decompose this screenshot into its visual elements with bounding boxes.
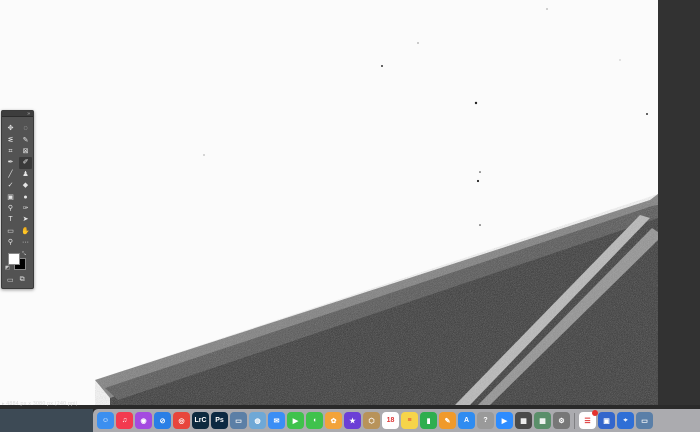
dock-zoom-icon[interactable]: ▶	[496, 412, 513, 429]
dock-calendar-icon[interactable]: 18	[382, 412, 399, 429]
dock-finder-icon[interactable]: ☺	[97, 412, 114, 429]
dock-podcasts-icon[interactable]: ◉	[135, 412, 152, 429]
pen-tool-icon[interactable]: ✑	[19, 203, 32, 214]
dock-calculator-icon[interactable]: ▦	[515, 412, 532, 429]
tool-grid: ✥ ◌ ᓬ ✎ ⌗ ⊠ ✒ ✐ ╱ ♟ ✓ ◆ ▣ ● ⚲ ✑ T ➤ ▭ ✋ ⚲ ···	[2, 117, 33, 248]
mode-tools: ▭ ⧉	[2, 274, 33, 284]
dock-settings-icon[interactable]: ⚙	[553, 412, 570, 429]
dodge-tool-icon[interactable]: ⚲	[4, 203, 17, 214]
type-tool-icon[interactable]: T	[4, 214, 17, 225]
dock-network-utility-icon[interactable]: ⌖	[617, 412, 634, 429]
tools-panel-titlebar[interactable]: »	[2, 111, 33, 117]
dock-archive-icon[interactable]: ⬡	[363, 412, 380, 429]
dock-launchpad-icon[interactable]: ▦	[534, 412, 551, 429]
desktop-wallpaper	[0, 409, 93, 432]
move-tool-icon[interactable]: ✥	[4, 123, 17, 134]
dock-separator	[574, 412, 575, 429]
photo-content	[95, 8, 658, 405]
dock-lightroom-classic-icon[interactable]: LrC	[192, 412, 209, 429]
document-size-info: 4884 px x 3080 px (240 ppi)	[6, 401, 78, 407]
panel-area	[658, 0, 700, 405]
default-colors-icon[interactable]: ◩	[5, 265, 10, 271]
dock-photos-icon[interactable]: ✿	[325, 412, 342, 429]
dock-pages-icon[interactable]: ✎	[439, 412, 456, 429]
frame-tool-icon[interactable]: ⊠	[19, 146, 32, 157]
marquee-tool-icon[interactable]: ◌	[19, 123, 32, 134]
collapse-icon[interactable]: »	[27, 112, 30, 117]
healing-brush-tool-icon[interactable]: ✐	[19, 157, 32, 169]
quick-mask-icon[interactable]: ▭	[7, 276, 14, 284]
color-swatches: ◩ ⤡	[2, 251, 33, 274]
tools-panel[interactable]: » ✥ ◌ ᓬ ✎ ⌗ ⊠ ✒ ✐ ╱ ♟ ✓ ◆ ▣ ● ⚲ ✑ T ➤ ▭ ✋ ⚲ ··· ◩ ⤡ ▭ ⧉	[1, 110, 34, 289]
dock-photoshop-icon[interactable]: Ps	[211, 412, 228, 429]
dock-app-store-icon[interactable]: A	[458, 412, 475, 429]
dock-messages-icon[interactable]: ◖	[306, 412, 323, 429]
eraser-tool-icon[interactable]: ◆	[19, 180, 32, 191]
dock-notes-icon[interactable]: ≡	[401, 412, 418, 429]
path-select-tool-icon[interactable]: ➤	[19, 214, 32, 225]
zoom-tool-icon[interactable]: ⚲	[4, 237, 17, 248]
swap-colors-icon[interactable]: ⤡	[22, 251, 26, 257]
dock-chrome-icon[interactable]: ◎	[173, 412, 190, 429]
dock-preview-icon[interactable]: ▭	[230, 412, 247, 429]
blur-tool-icon[interactable]: ●	[19, 191, 32, 202]
foreground-color-swatch[interactable]	[8, 253, 20, 266]
dock-reminders-icon[interactable]: ☰	[579, 410, 598, 429]
dock-imovie-icon[interactable]: ★	[344, 412, 361, 429]
hand-tool-icon[interactable]: ✋	[19, 226, 32, 237]
dock-music-icon[interactable]: ♫	[116, 412, 133, 429]
dock-screen-capture-icon[interactable]: ▣	[598, 412, 615, 429]
brush-tool-icon[interactable]: ╱	[4, 169, 17, 180]
history-brush-tool-icon[interactable]: ✓	[4, 180, 17, 191]
document-status: ▸ 4884 px x 3080 px (240 ppi)	[0, 400, 132, 409]
shape-tool-icon[interactable]: ▭	[4, 226, 17, 237]
screen-mode-icon[interactable]: ⧉	[20, 276, 25, 284]
dock: ☺ ♫ ◉ ⊘ ◎ LrC Ps ▭ ◍ ✉ ▶ ◖ ✿ ★ ⬡ 18 ≡ ▮ ✎ A? ▶ ▦ ▦ ⚙ ☰ ▣ ⌖ ▭	[93, 409, 700, 432]
clone-stamp-tool-icon[interactable]: ♟	[19, 169, 32, 180]
document-canvas[interactable]	[0, 0, 658, 405]
dock-facetime-icon[interactable]: ▶	[287, 412, 304, 429]
gradient-tool-icon[interactable]: ▣	[4, 191, 17, 202]
dock-numbers-icon[interactable]: ▮	[420, 412, 437, 429]
dock-migration-icon[interactable]: ◍	[249, 412, 266, 429]
more-tools-icon[interactable]: ···	[19, 237, 32, 248]
dock-mail-icon[interactable]: ✉	[268, 412, 285, 429]
lasso-tool-icon[interactable]: ᓬ	[4, 134, 17, 145]
crop-tool-icon[interactable]: ⌗	[4, 146, 17, 157]
dock-screen-share-icon[interactable]: ▭	[636, 412, 653, 429]
quick-select-tool-icon[interactable]: ✎	[19, 134, 32, 145]
dock-help-icon[interactable]: ?	[477, 412, 494, 429]
eyedropper-tool-icon[interactable]: ✒	[4, 157, 17, 168]
dock-safari-icon[interactable]: ⊘	[154, 412, 171, 429]
